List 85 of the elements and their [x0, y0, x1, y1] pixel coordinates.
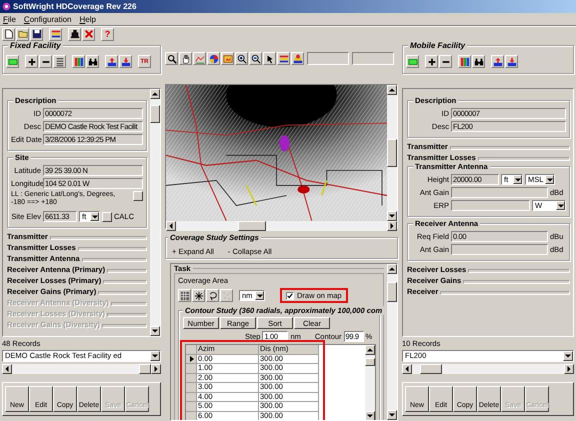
binoculars-icon[interactable] — [86, 55, 99, 68]
line-chart-icon[interactable] — [193, 52, 206, 65]
color-grid-icon[interactable] — [72, 55, 85, 68]
download-icon[interactable] — [505, 55, 518, 68]
star-icon[interactable] — [192, 289, 205, 302]
lasso-icon[interactable] — [206, 289, 219, 302]
color-bars-icon[interactable] — [49, 28, 62, 40]
menu-item[interactable]: File — [3, 15, 16, 24]
scrollbar-thumb[interactable] — [420, 364, 442, 374]
scrollbar-thumb[interactable] — [238, 220, 266, 231]
status-field — [307, 52, 349, 65]
up-arrow-icon — [152, 91, 158, 97]
input-field[interactable] — [451, 200, 530, 211]
down-arrow-icon — [152, 328, 158, 334]
zoom-out-icon[interactable] — [249, 52, 262, 65]
add-icon[interactable] — [425, 55, 438, 68]
close-icon[interactable] — [82, 28, 95, 40]
picture-frame-icon[interactable] — [221, 52, 234, 65]
down-arrow-icon — [367, 413, 373, 419]
zoom-in-icon[interactable] — [235, 52, 248, 65]
down-arrow-icon — [565, 353, 571, 359]
up-arrow-icon — [367, 347, 373, 353]
options-button[interactable] — [133, 191, 143, 201]
calc-button[interactable] — [102, 212, 112, 222]
folder-icon[interactable] — [16, 28, 29, 40]
scrollbar-thumb[interactable] — [365, 358, 375, 366]
binoculars-icon[interactable] — [472, 55, 485, 68]
down-arrow-icon — [514, 176, 520, 182]
layers-icon[interactable] — [291, 52, 304, 65]
row-pointer-icon — [190, 356, 194, 362]
down-arrow-icon — [92, 214, 98, 220]
right-arrow-icon — [389, 222, 395, 229]
right-arrow-icon — [153, 366, 159, 372]
left-arrow-icon — [168, 222, 174, 229]
down-arrow-icon — [558, 202, 564, 208]
down-arrow-icon — [546, 176, 553, 182]
status-field — [352, 52, 394, 65]
horizontal-scrollbar[interactable] — [166, 220, 397, 231]
down-arrow-icon — [388, 212, 396, 219]
down-arrow-icon — [256, 292, 262, 298]
color-grid-icon[interactable] — [458, 55, 471, 68]
vertical-scrollbar[interactable] — [365, 345, 375, 420]
horizontal-scrollbar[interactable] — [2, 364, 161, 374]
scrollbar-thumb[interactable] — [150, 105, 160, 123]
input-field[interactable] — [451, 187, 548, 198]
search-icon[interactable] — [165, 52, 178, 65]
upload-icon[interactable] — [491, 55, 504, 68]
checkmark-icon — [287, 292, 293, 298]
window-title: SoftWright HDCoverage Rev 226 — [13, 2, 136, 11]
right-arrow-icon — [566, 366, 572, 372]
pointer-icon[interactable] — [263, 52, 276, 65]
menu-item[interactable]: Configuration — [24, 15, 72, 24]
up-arrow-icon — [389, 266, 395, 272]
menu-item[interactable]: Help — [80, 15, 96, 24]
left-arrow-icon — [4, 366, 10, 372]
color-bars-icon[interactable] — [277, 52, 290, 65]
save-icon[interactable] — [30, 28, 43, 40]
down-arrow-icon — [389, 412, 395, 418]
grid-icon[interactable] — [178, 289, 191, 302]
vertical-scrollbar[interactable] — [387, 85, 397, 221]
remove-icon[interactable] — [439, 55, 452, 68]
download-icon[interactable] — [119, 55, 132, 68]
hand-icon[interactable] — [179, 52, 192, 65]
scrollbar-thumb[interactable] — [387, 139, 397, 167]
input-field[interactable] — [451, 244, 548, 255]
add-icon[interactable] — [25, 55, 38, 68]
app-icon — [2, 2, 11, 11]
remove-icon[interactable] — [39, 55, 52, 68]
group-title: Fixed Facility — [8, 41, 63, 50]
corner-cell — [186, 345, 197, 354]
group-title: Mobile Facility — [408, 41, 468, 50]
upload-icon[interactable] — [105, 55, 118, 68]
list-icon[interactable] — [53, 55, 66, 68]
scatter-icon[interactable] — [220, 289, 233, 302]
new-document-icon[interactable] — [2, 28, 15, 40]
up-arrow-icon — [388, 87, 396, 93]
vertical-scrollbar[interactable] — [387, 264, 397, 420]
scrollbar-thumb[interactable] — [139, 364, 151, 374]
down-arrow-icon — [152, 353, 158, 359]
left-arrow-icon — [404, 366, 410, 372]
vertical-scrollbar[interactable] — [150, 89, 160, 336]
bar-icon[interactable] — [406, 55, 419, 68]
scrollbar-thumb[interactable] — [387, 282, 397, 302]
bar-icon[interactable] — [6, 55, 19, 68]
horizontal-scrollbar[interactable] — [402, 364, 574, 374]
